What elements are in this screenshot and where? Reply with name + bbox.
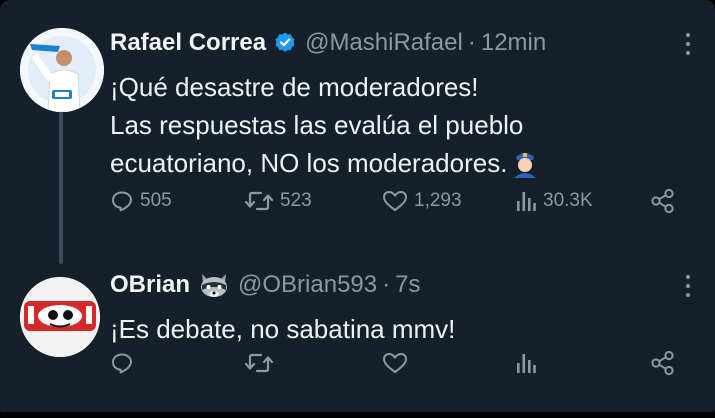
tweet-header: OBrian @OBrian593 · 7s [110, 268, 699, 302]
tweet-text: ¡Es debate, no sabatina mmv! [110, 310, 699, 348]
views-count: 30.3K [543, 190, 593, 211]
retweet-count: 523 [280, 190, 312, 211]
like-count: 1,293 [414, 190, 462, 211]
like-button[interactable] [382, 351, 408, 375]
share-icon [651, 188, 674, 214]
share-button[interactable] [650, 188, 676, 214]
reply-button[interactable]: 505 [110, 189, 172, 213]
tweet-obrian[interactable]: OBrian @OBrian593 · 7s ¡Es debate, no sa [110, 268, 699, 376]
retweet-button[interactable] [244, 351, 274, 375]
like-button[interactable]: 1,293 [382, 189, 462, 213]
separator-dot: · [382, 271, 391, 298]
timestamp[interactable]: 7s [395, 268, 420, 302]
tweet-text-line-with-emoji: ecuatoriano, NO los moderadores. [110, 144, 699, 188]
tweet-rafael-correa[interactable]: Rafael Correa @MashiRafael · 12min ¡Qué … [110, 26, 699, 214]
tweet-text-line: ¡Es debate, no sabatina mmv! [110, 314, 456, 344]
like-icon [383, 191, 407, 211]
tweet-text-line: Las respuestas las evalúa el pueblo [110, 110, 524, 140]
reply-count: 505 [140, 190, 172, 211]
views-button[interactable] [515, 351, 537, 375]
raccoon-emoji-icon [198, 271, 230, 299]
reply-button[interactable] [110, 351, 134, 375]
more-icon[interactable] [685, 33, 691, 55]
views-button[interactable]: 30.3K [515, 189, 593, 213]
avatar-rafael-correa[interactable] [20, 28, 104, 112]
views-icon [517, 192, 536, 211]
retweet-icon [244, 191, 274, 211]
timestamp[interactable]: 12min [481, 26, 546, 60]
tweet-text-line: ¡Qué desastre de moderadores! [110, 72, 479, 102]
bottom-edge [0, 412, 715, 418]
like-icon [383, 353, 407, 373]
retweet-button[interactable]: 523 [244, 189, 312, 213]
police-officer-emoji-icon [511, 148, 539, 188]
tweet-header: Rafael Correa @MashiRafael · 12min [110, 26, 699, 60]
verified-badge-icon [273, 31, 297, 55]
share-button[interactable] [650, 350, 676, 376]
timeline-frame: Rafael Correa @MashiRafael · 12min ¡Qué … [0, 0, 715, 418]
thread-connector-line [59, 102, 63, 264]
handle[interactable]: @MashiRafael [305, 26, 463, 60]
views-icon [517, 354, 536, 373]
tweet-text-line: ecuatoriano, NO los moderadores. [110, 148, 508, 178]
handle[interactable]: @OBrian593 [238, 268, 377, 302]
reply-icon [112, 353, 132, 374]
tweet-text: ¡Qué desastre de moderadores! Las respue… [110, 68, 699, 188]
separator-dot: · [467, 29, 476, 56]
avatar-obrian[interactable] [20, 277, 100, 357]
retweet-icon [244, 353, 274, 373]
more-icon[interactable] [685, 275, 691, 297]
share-icon [651, 350, 674, 376]
display-name[interactable]: OBrian [110, 268, 190, 302]
display-name[interactable]: Rafael Correa [110, 26, 266, 60]
reply-icon [112, 191, 132, 212]
